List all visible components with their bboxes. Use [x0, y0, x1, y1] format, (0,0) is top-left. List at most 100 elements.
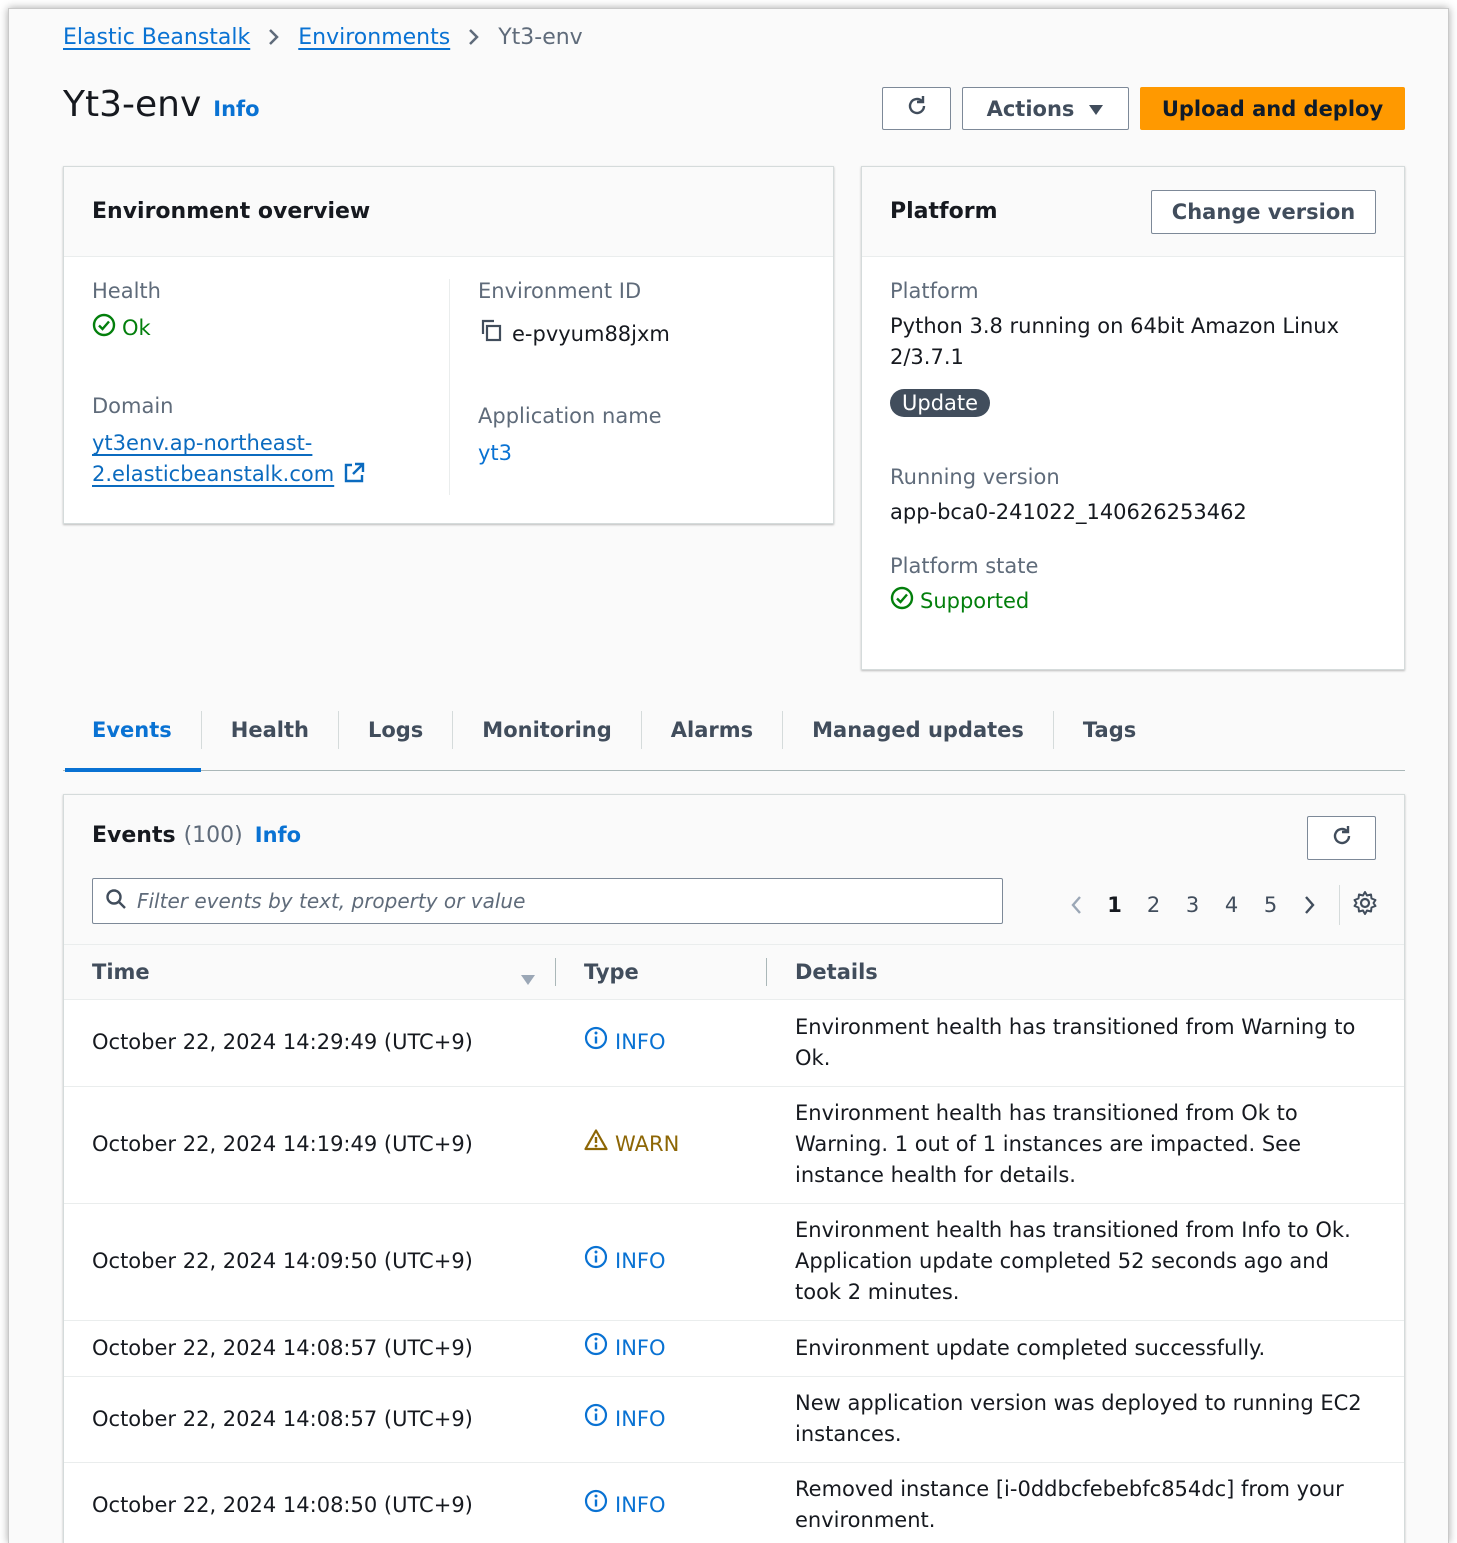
pager-divider [1339, 885, 1340, 925]
tab-health[interactable]: Health [200, 710, 338, 749]
health-value: Ok [122, 315, 151, 340]
breadcrumb: Elastic Beanstalk Environments Yt3-env [63, 23, 583, 51]
check-circle-icon [92, 313, 116, 342]
platform-value-line-2: 2/3.7.1 [890, 345, 964, 369]
platform-value-line-1: Python 3.8 running on 64bit Amazon Linux [890, 314, 1340, 338]
chevron-right-icon [268, 28, 280, 46]
chevron-right-icon [468, 28, 480, 46]
app-window: Elastic Beanstalk Environments Yt3-env Y… [8, 8, 1449, 1543]
page-2[interactable]: 2 [1134, 893, 1173, 917]
running-version-label: Running version [890, 465, 1060, 489]
warning-triangle-icon [584, 1128, 608, 1161]
application-name-link[interactable]: yt3 [478, 438, 670, 469]
settings-gear-icon[interactable] [1352, 890, 1378, 921]
next-page-icon[interactable] [1290, 894, 1329, 916]
upload-and-deploy-button[interactable]: Upload and deploy [1140, 87, 1405, 130]
table-row: October 22, 2024 14:08:57 (UTC+9) INFO N… [64, 1376, 1404, 1463]
event-type-label: INFO [615, 1030, 666, 1054]
domain-link[interactable]: yt3env.ap-northeast- 2.elasticbeanstalk.… [92, 428, 449, 490]
environment-id: e-pvyum88jxm [478, 317, 670, 352]
platform-title: Platform [890, 199, 998, 224]
events-panel: Events (100) Info 1 2 [63, 794, 1405, 1543]
event-time: October 22, 2024 14:08:50 (UTC+9) [64, 1462, 556, 1543]
breadcrumb-elastic-beanstalk[interactable]: Elastic Beanstalk [63, 25, 250, 50]
domain-line-1[interactable]: yt3env.ap-northeast- [92, 431, 312, 455]
page-4[interactable]: 4 [1212, 893, 1251, 917]
health-status: Ok [92, 313, 449, 342]
events-search-input[interactable] [137, 889, 977, 913]
info-circle-icon [584, 1245, 608, 1278]
table-row: October 22, 2024 14:09:50 (UTC+9) INFO E… [64, 1203, 1404, 1321]
environment-overview-panel: Environment overview Health Ok Domain yt… [63, 166, 834, 524]
application-name-label: Application name [478, 404, 662, 428]
platform-state: Supported [890, 586, 1376, 615]
events-title: Events (100) Info [92, 823, 301, 848]
breadcrumb-current: Yt3-env [498, 24, 583, 50]
event-time: October 22, 2024 14:09:50 (UTC+9) [64, 1203, 556, 1321]
external-link-icon [339, 462, 365, 485]
tab-events[interactable]: Events [63, 689, 201, 772]
tab-logs[interactable]: Logs [337, 710, 452, 749]
info-circle-icon [584, 1489, 608, 1522]
environment-id-label: Environment ID [478, 279, 642, 303]
actions-dropdown[interactable]: Actions [962, 87, 1129, 130]
environment-id-value: e-pvyum88jxm [512, 322, 670, 346]
platform-value: Python 3.8 running on 64bit Amazon Linux… [890, 311, 1376, 373]
update-badge: Update [890, 389, 991, 417]
event-type-label: INFO [615, 1406, 666, 1431]
event-type: WARN [556, 1086, 767, 1204]
change-version-button[interactable]: Change version [1151, 189, 1376, 234]
header-actions: Actions Upload and deploy [882, 87, 1405, 130]
sort-descending-icon[interactable] [520, 967, 536, 991]
column-header-details[interactable]: Details [767, 945, 1404, 1000]
tab-tags[interactable]: Tags [1052, 710, 1165, 749]
tab-bar: Events Health Logs Monitoring Alarms Man… [63, 689, 1405, 772]
event-type: INFO [556, 1203, 767, 1321]
column-header-time[interactable]: Time [64, 945, 556, 1000]
header-info-link[interactable]: Info [213, 97, 259, 121]
table-row: October 22, 2024 14:08:50 (UTC+9) INFO R… [64, 1462, 1404, 1543]
page-5[interactable]: 5 [1251, 893, 1290, 917]
tab-managed-updates[interactable]: Managed updates [782, 710, 1053, 749]
column-time-label: Time [92, 959, 150, 984]
info-circle-icon [584, 1026, 608, 1059]
event-type-label: INFO [615, 1492, 666, 1517]
event-details: Environment update completed successfull… [767, 1320, 1404, 1377]
tab-monitoring[interactable]: Monitoring [452, 710, 640, 749]
table-row: October 22, 2024 14:08:57 (UTC+9) INFO E… [64, 1320, 1404, 1377]
domain-label: Domain [92, 394, 174, 418]
page-3[interactable]: 3 [1173, 893, 1212, 917]
column-header-type[interactable]: Type [556, 945, 767, 1000]
info-circle-icon [584, 1403, 608, 1436]
copy-icon[interactable] [478, 317, 504, 352]
domain-line-2[interactable]: 2.elasticbeanstalk.com [92, 462, 334, 486]
event-time: October 22, 2024 14:08:57 (UTC+9) [64, 1320, 556, 1377]
page-1[interactable]: 1 [1095, 893, 1134, 917]
previous-page-icon[interactable] [1056, 894, 1095, 916]
refresh-icon [1330, 824, 1354, 853]
events-count: (100) [183, 823, 243, 848]
column-type-label: Type [584, 959, 639, 984]
environment-overview-title: Environment overview [92, 199, 371, 224]
breadcrumb-environments[interactable]: Environments [298, 25, 450, 50]
event-details: Environment health has transitioned from… [767, 999, 1404, 1087]
caret-down-icon [1088, 97, 1104, 121]
platform-state-label: Platform state [890, 554, 1039, 578]
info-circle-icon [584, 1332, 608, 1365]
event-details: Removed instance [i-0ddbcfebebfc854dc] f… [767, 1462, 1404, 1543]
refresh-button[interactable] [882, 87, 951, 130]
event-details: New application version was deployed to … [767, 1376, 1404, 1463]
environment-overview-header: Environment overview [64, 167, 833, 257]
event-type-label: INFO [615, 1249, 666, 1273]
event-type: INFO [556, 999, 767, 1087]
tab-alarms[interactable]: Alarms [640, 710, 782, 749]
events-info-link[interactable]: Info [255, 823, 301, 847]
events-refresh-button[interactable] [1307, 816, 1376, 860]
actions-label: Actions [986, 96, 1075, 121]
events-header: Events (100) Info 1 2 [64, 795, 1404, 945]
event-details: Environment health has transitioned from… [767, 1086, 1404, 1204]
event-type: INFO [556, 1320, 767, 1377]
platform-label: Platform [890, 279, 979, 303]
refresh-icon [905, 94, 929, 123]
page-title: Yt3-env [63, 84, 202, 125]
